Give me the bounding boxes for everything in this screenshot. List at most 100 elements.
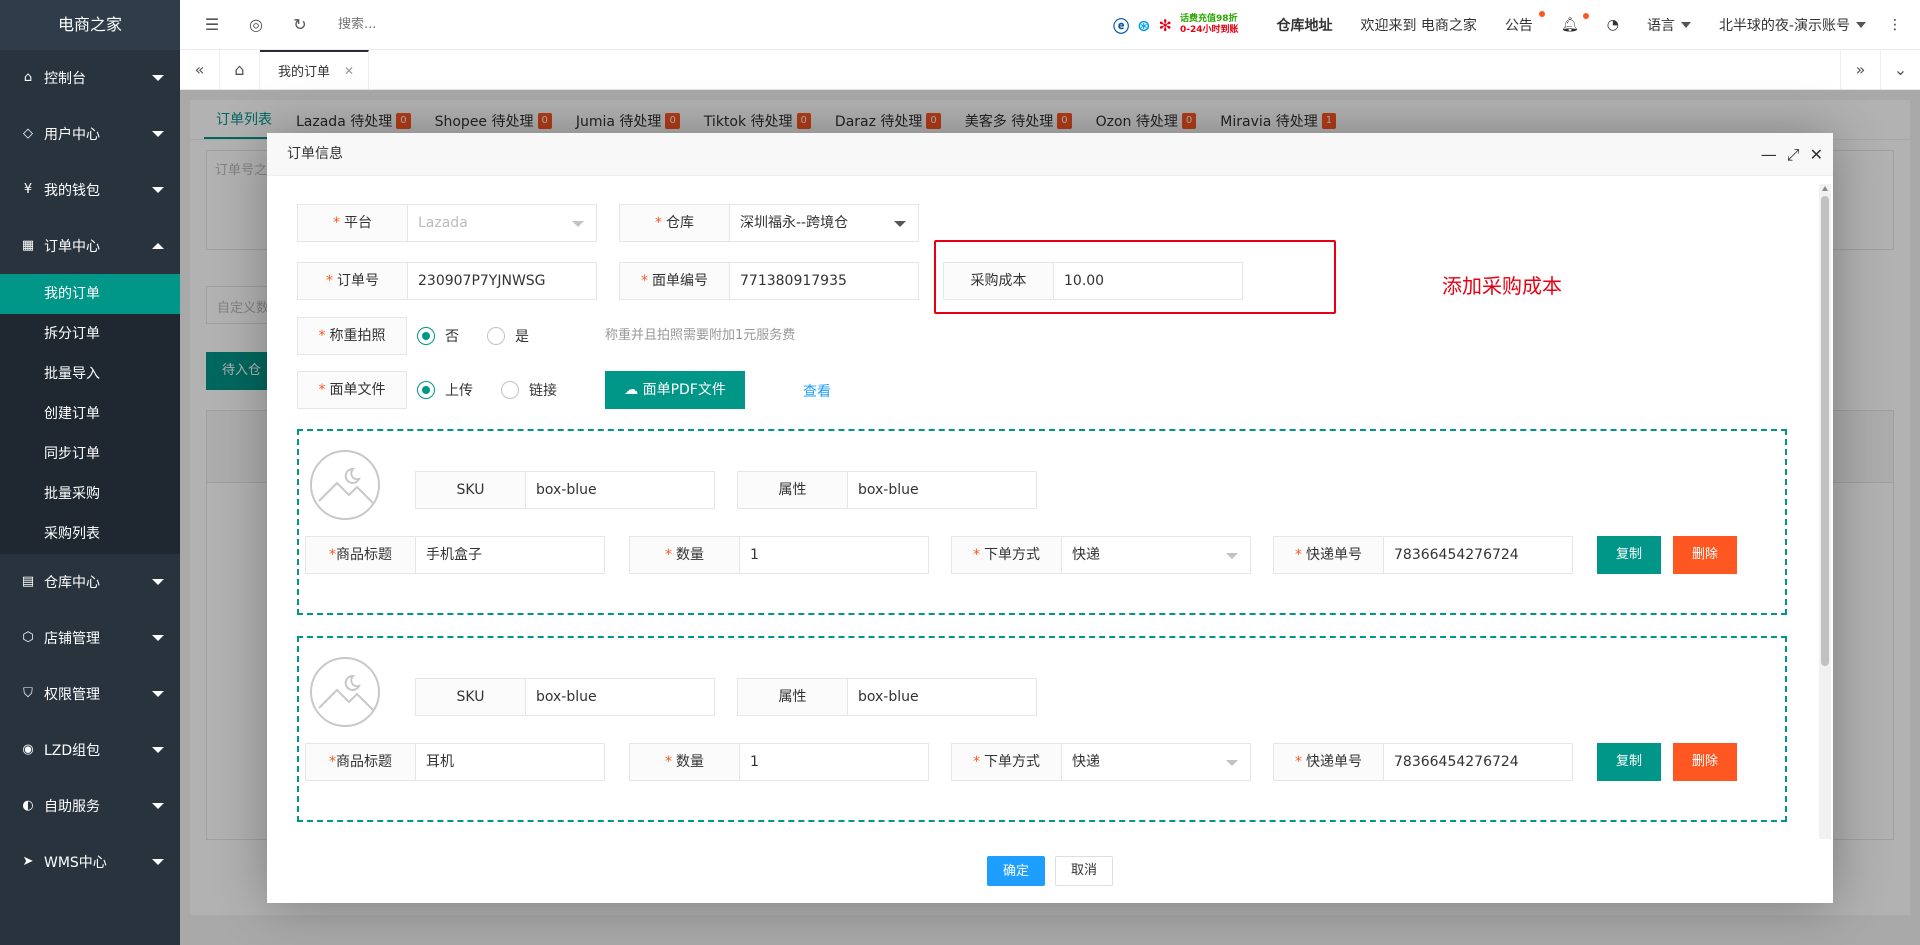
menu-toggle-icon[interactable]: ☰ xyxy=(190,15,234,34)
view-link[interactable]: 查看 xyxy=(803,381,831,401)
sidebar-item-label: LZD组包 xyxy=(44,743,101,759)
sidebar-sub-sync-orders[interactable]: 同步订单 xyxy=(0,434,180,474)
account-dropdown[interactable]: 北半球的夜-演示账号 xyxy=(1705,15,1880,35)
field-value: box-blue xyxy=(536,482,597,498)
sidebar-item-wallet[interactable]: ¥ 我的钱包 xyxy=(0,162,180,218)
carrier-promo[interactable]: ⓔ ⊛ ✻ 话费充值98折 0-24小时到账 xyxy=(1113,13,1262,37)
delete-button[interactable]: 删除 xyxy=(1673,743,1737,781)
product-title-field[interactable]: *商品标题 耳机 xyxy=(305,743,605,781)
minimize-icon[interactable]: — xyxy=(1761,133,1777,176)
warehouse-address-link[interactable]: 仓库地址 xyxy=(1262,15,1346,35)
search-input[interactable] xyxy=(338,17,638,32)
upload-radio[interactable]: 上传 xyxy=(417,380,473,400)
field-label: * 平台 xyxy=(298,205,408,241)
maximize-icon[interactable]: ⤢ xyxy=(1787,133,1800,176)
tracking-number-field[interactable]: * 快递单号 78366454276724 xyxy=(1273,536,1573,574)
scroll-up-arrow-icon[interactable] xyxy=(1822,186,1828,191)
tabs-scroll-right-icon[interactable]: » xyxy=(1840,50,1880,89)
tab-my-orders[interactable]: 我的订单 ✕ xyxy=(260,50,370,89)
language-label: 语言 xyxy=(1646,18,1675,34)
copy-button[interactable]: 复制 xyxy=(1597,743,1661,781)
delete-button[interactable]: 删除 xyxy=(1673,536,1737,574)
language-dropdown[interactable]: 语言 xyxy=(1633,15,1705,35)
link-radio[interactable]: 链接 xyxy=(501,380,557,400)
chevron-down-icon xyxy=(894,221,906,227)
notice-label: 公告 xyxy=(1504,18,1533,34)
field-label: * 订单号 xyxy=(298,263,408,299)
sku-field[interactable]: SKU box-blue xyxy=(415,678,715,716)
order-number-field[interactable]: * 订单号 230907P7YJNWSG xyxy=(297,262,597,300)
tabs-menu-chevron-icon[interactable]: ⌄ xyxy=(1880,50,1920,89)
sidebar-item-label: 仓库中心 xyxy=(44,575,100,591)
field-value: 771380917935 xyxy=(740,273,847,289)
sidebar-sub-my-orders[interactable]: 我的订单 xyxy=(0,274,180,314)
promo-line2: 0-24小时到账 xyxy=(1179,25,1239,35)
close-icon[interactable]: ✕ xyxy=(1810,133,1823,176)
weigh-photo-yes-radio[interactable]: 是 xyxy=(487,326,529,346)
sidebar-item-permissions[interactable]: ⛉ 权限管理 xyxy=(0,666,180,722)
scrollbar-thumb[interactable] xyxy=(1821,196,1829,666)
sidebar-item-label: 自助服务 xyxy=(44,799,100,815)
order-method-select[interactable]: * 下单方式 快递 xyxy=(951,536,1251,574)
quantity-field[interactable]: * 数量 1 xyxy=(629,536,929,574)
chevron-down-icon xyxy=(1680,22,1691,28)
sidebar-item-order-center[interactable]: ▦ 订单中心 xyxy=(0,218,180,274)
tracking-number-field[interactable]: * 快递单号 78366454276724 xyxy=(1273,743,1573,781)
sidebar-sub-create-order[interactable]: 创建订单 xyxy=(0,394,180,434)
tabs-scroll-left-icon[interactable]: « xyxy=(180,50,220,89)
sidebar-item-warehouse[interactable]: ▤ 仓库中心 xyxy=(0,554,180,610)
sku-field[interactable]: SKU box-blue xyxy=(415,471,715,509)
app-logo: 电商之家 xyxy=(0,0,180,50)
home-tab-icon[interactable]: ⌂ xyxy=(220,50,260,89)
chevron-down-icon xyxy=(152,579,164,585)
refresh-icon[interactable]: ↻ xyxy=(278,15,322,34)
chevron-down-icon xyxy=(1856,22,1866,28)
waybill-number-field[interactable]: * 面单编号 771380917935 xyxy=(619,262,919,300)
sidebar-item-self-service[interactable]: ◐ 自助服务 xyxy=(0,778,180,834)
field-value: box-blue xyxy=(536,689,597,705)
field-value: 1 xyxy=(750,754,759,770)
sidebar-sub-batch-import[interactable]: 批量导入 xyxy=(0,354,180,394)
sidebar-item-wms[interactable]: ➤ WMS中心 xyxy=(0,834,180,890)
close-icon[interactable]: ✕ xyxy=(344,64,354,78)
chevron-down-icon xyxy=(1226,760,1238,766)
confirm-button[interactable]: 确定 xyxy=(986,856,1045,886)
cancel-button[interactable]: 取消 xyxy=(1055,856,1114,886)
modal-footer: 确定 取消 xyxy=(267,839,1833,903)
sidebar-item-user-center[interactable]: ◇ 用户中心 xyxy=(0,106,180,162)
theme-icon[interactable]: ◔ xyxy=(1593,17,1633,33)
sidebar-sub-purchase-list[interactable]: 采购列表 xyxy=(0,514,180,554)
quantity-field[interactable]: * 数量 1 xyxy=(629,743,929,781)
notice-link[interactable]: 公告 xyxy=(1491,11,1547,35)
field-label: * 下单方式 xyxy=(952,537,1062,573)
more-vertical-icon[interactable]: ⋮ xyxy=(1880,17,1920,33)
chevron-down-icon xyxy=(572,221,584,227)
product-title-field[interactable]: *商品标题 手机盒子 xyxy=(305,536,605,574)
home-icon: ⌂ xyxy=(23,70,33,85)
sidebar-item-console[interactable]: ⌂ 控制台 xyxy=(0,50,180,106)
page-tabs-bar: « ⌂ 我的订单 ✕ » ⌄ xyxy=(180,50,1920,90)
bell-icon[interactable]: 🔔︎ xyxy=(1547,13,1593,33)
welcome-text: 欢迎来到 电商之家 xyxy=(1360,18,1477,34)
warehouse-select[interactable]: * 仓库 深圳福永--跨境仓 xyxy=(619,204,919,242)
sidebar-sub-batch-purchase[interactable]: 批量采购 xyxy=(0,474,180,514)
send-icon: ➤ xyxy=(22,854,34,869)
sidebar-sub-split-orders[interactable]: 拆分订单 xyxy=(0,314,180,354)
sidebar-item-label: 用户中心 xyxy=(44,127,100,143)
waybill-pdf-upload-button[interactable]: ☁︎ 面单PDF文件 xyxy=(605,371,745,409)
weigh-photo-no-radio[interactable]: 否 xyxy=(417,326,459,346)
attribute-field[interactable]: 属性 box-blue xyxy=(737,471,1037,509)
sidebar-item-shop[interactable]: ⬡ 店铺管理 xyxy=(0,610,180,666)
modal-scrollbar[interactable] xyxy=(1819,184,1831,839)
field-label: * 快递单号 xyxy=(1274,537,1384,573)
globe-icon[interactable]: ◎ xyxy=(234,15,278,34)
top-header: ☰ ◎ ↻ ⓔ ⊛ ✻ 话费充值98折 0-24小时到账 仓库地址 欢迎来到 电… xyxy=(180,0,1920,50)
copy-button[interactable]: 复制 xyxy=(1597,536,1661,574)
attribute-field[interactable]: 属性 box-blue xyxy=(737,678,1037,716)
box-icon: ⬡ xyxy=(22,630,34,645)
order-method-select[interactable]: * 下单方式 快递 xyxy=(951,743,1251,781)
sidebar-item-lzd[interactable]: ◉ LZD组包 xyxy=(0,722,180,778)
purchase-cost-field[interactable]: 采购成本 10.00 xyxy=(943,262,1243,300)
platform-select[interactable]: * 平台 Lazada xyxy=(297,204,597,242)
sidebar: 电商之家 ⌂ 控制台 ◇ 用户中心 ¥ 我的钱包 ▦ 订单中心 我的订单 拆分订单 批量… xyxy=(0,0,180,945)
